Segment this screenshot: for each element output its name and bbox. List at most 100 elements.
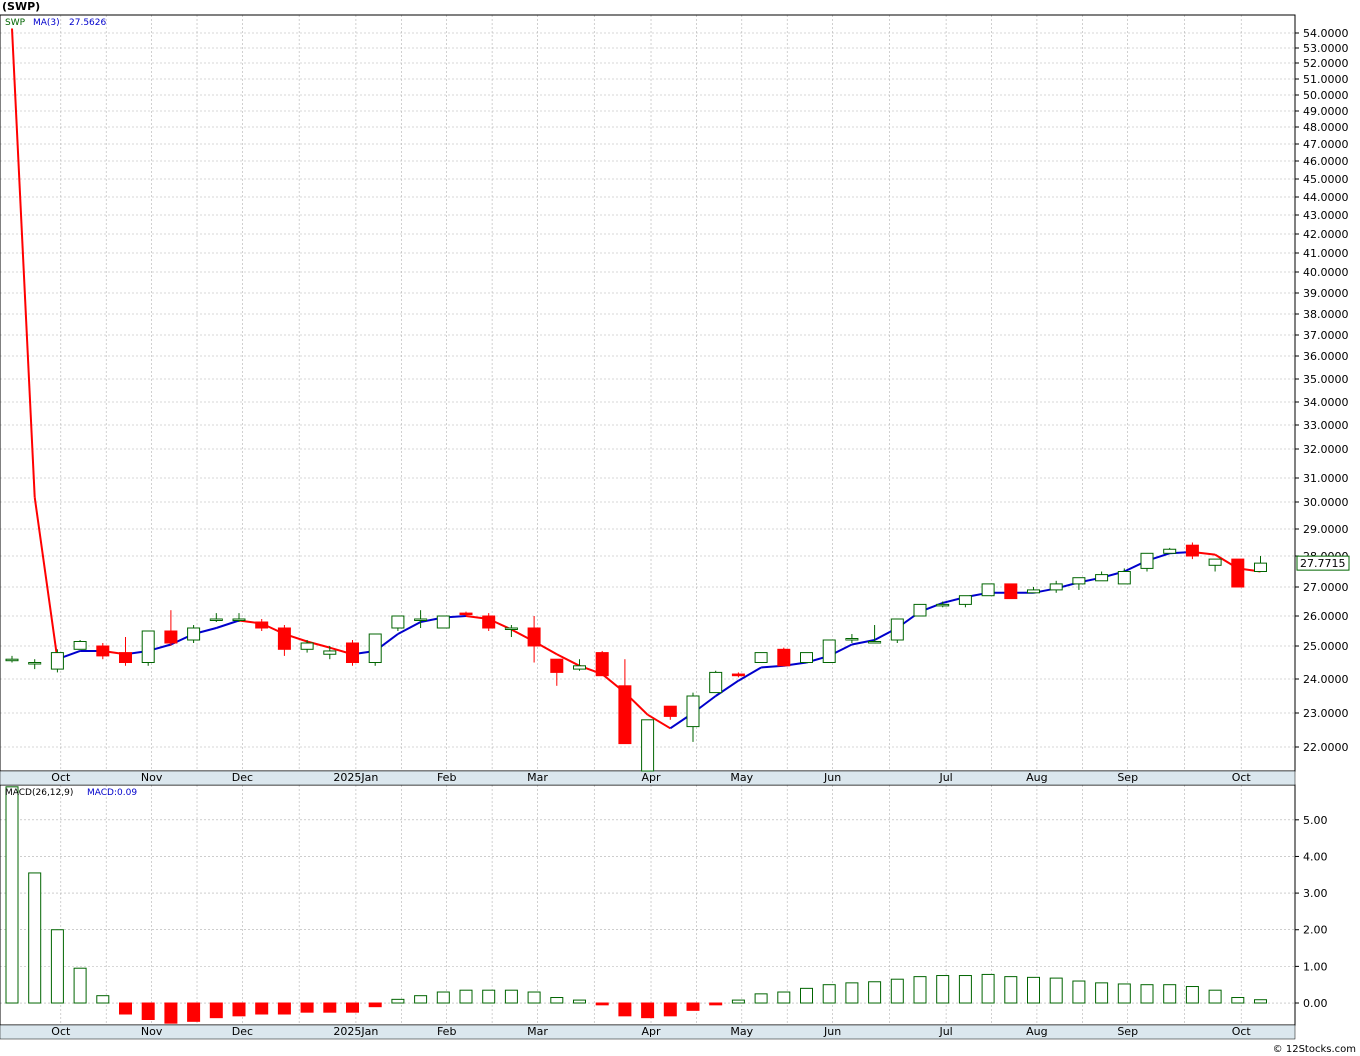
candle-body	[663, 705, 677, 717]
macd-bar	[482, 989, 496, 1004]
candle-body	[709, 671, 723, 694]
candle-body	[164, 630, 178, 644]
last-price-label: 27.7715	[1300, 557, 1346, 570]
legend-ma-value: 27.5626	[69, 18, 106, 28]
macd-histogram	[5, 786, 1267, 1024]
ma-segment	[11, 28, 36, 498]
legend-macd-label: MACD(26,12,9)	[5, 788, 73, 798]
macd-bar	[1095, 982, 1109, 1004]
date-label: Nov	[141, 1025, 163, 1038]
date-label: Aug	[1026, 771, 1047, 784]
candle-body	[822, 639, 836, 663]
candle-body	[595, 652, 609, 677]
candle-body	[1072, 577, 1086, 585]
candle-body	[119, 652, 132, 663]
macd-bar	[141, 1002, 155, 1021]
legend-macd-value: MACD:0.09	[87, 788, 137, 798]
candle-body	[800, 652, 813, 663]
price-tick-label: 31.0000	[1303, 472, 1349, 485]
candle-body	[1231, 558, 1245, 588]
price-tick-label: 39.0000	[1303, 287, 1349, 300]
date-label: Sep	[1117, 1025, 1138, 1038]
date-label: Jul	[938, 1025, 952, 1038]
date-label: Feb	[437, 771, 456, 784]
macd-axis: 0.00 1.00 2.00 3.00 4.00 5.00	[1295, 814, 1328, 1010]
candle-body	[28, 662, 42, 665]
candle-body	[96, 645, 110, 657]
date-label: Oct	[1232, 1025, 1252, 1038]
candle-body	[436, 615, 450, 629]
macd-bar	[1117, 983, 1131, 1004]
candle-body	[391, 615, 405, 629]
macd-bar	[595, 1002, 609, 1006]
ma-line	[11, 28, 1261, 730]
price-tick-label: 23.0000	[1303, 707, 1349, 720]
date-label: Feb	[437, 1025, 456, 1038]
candle-body	[1208, 558, 1222, 566]
candle-body	[459, 612, 473, 616]
date-label: Jun	[823, 771, 841, 784]
candle-body	[323, 650, 337, 655]
price-tick-label: 34.0000	[1303, 396, 1349, 409]
date-label: Oct	[51, 771, 71, 784]
date-label: Mar	[527, 771, 548, 784]
price-tick-label: 49.0000	[1303, 105, 1349, 118]
macd-bar	[459, 989, 473, 1004]
candle-body	[890, 618, 904, 641]
candle-body	[1095, 574, 1109, 582]
date-label: Jun	[823, 1025, 841, 1038]
candle-body	[187, 627, 201, 641]
price-tick-label: 29.0000	[1303, 523, 1349, 536]
price-tick-label: 45.0000	[1303, 173, 1349, 186]
candle-body	[754, 652, 768, 663]
macd-bar	[1208, 989, 1222, 1004]
candle-body	[5, 658, 19, 662]
candle-body	[141, 630, 155, 663]
macd-bar	[1231, 997, 1245, 1004]
date-label: May	[730, 771, 753, 784]
candle-body	[1027, 589, 1040, 594]
candle-body	[686, 695, 700, 728]
candle-body	[845, 638, 859, 641]
macd-bar	[731, 999, 745, 1004]
macd-bar	[1049, 977, 1063, 1004]
macd-bar	[1254, 999, 1267, 1004]
candlesticks	[5, 542, 1267, 772]
candle-body	[1049, 583, 1063, 591]
date-label: Sep	[1117, 771, 1138, 784]
legend-ma-label: MA(3)	[33, 18, 60, 28]
macd-bar	[618, 1002, 632, 1017]
candle-body	[73, 641, 87, 650]
date-label: May	[730, 1025, 753, 1038]
stock-chart[interactable]: 22.0000 23.0000 24.0000 25.0000 26.0000 27.00…	[0, 0, 1360, 1056]
macd-bar	[800, 987, 813, 1004]
macd-bar	[550, 997, 564, 1004]
price-tick-label: 52.0000	[1303, 57, 1349, 70]
price-axis: 22.0000 23.0000 24.0000 25.0000 26.0000 27.00…	[1295, 27, 1349, 754]
price-tick-label: 30.0000	[1303, 496, 1349, 509]
macd-bar	[641, 1002, 655, 1019]
macd-tick-label: 2.00	[1303, 924, 1328, 937]
candle-body	[868, 641, 882, 644]
price-tick-label: 33.0000	[1303, 419, 1349, 432]
price-tick-label: 54.0000	[1303, 27, 1349, 40]
macd-bar	[1185, 986, 1199, 1004]
date-label: Dec	[232, 1025, 253, 1038]
macd-bar	[686, 1002, 700, 1011]
macd-bar	[164, 1002, 178, 1024]
macd-bar	[913, 976, 927, 1004]
macd-bar	[50, 929, 64, 1004]
macd-bar	[5, 786, 19, 1004]
price-tick-label: 38.0000	[1303, 308, 1349, 321]
macd-bar	[890, 978, 904, 1004]
price-tick-label: 35.0000	[1303, 373, 1349, 386]
macd-bar	[436, 991, 450, 1004]
price-tick-label: 37.0000	[1303, 329, 1349, 342]
candle-body	[936, 603, 950, 607]
price-tick-label: 27.0000	[1303, 581, 1349, 594]
macd-bar	[232, 1002, 246, 1017]
candle-body	[573, 665, 586, 670]
macd-bar	[300, 1002, 314, 1013]
candle-body	[300, 642, 314, 650]
candle-body	[641, 719, 655, 772]
